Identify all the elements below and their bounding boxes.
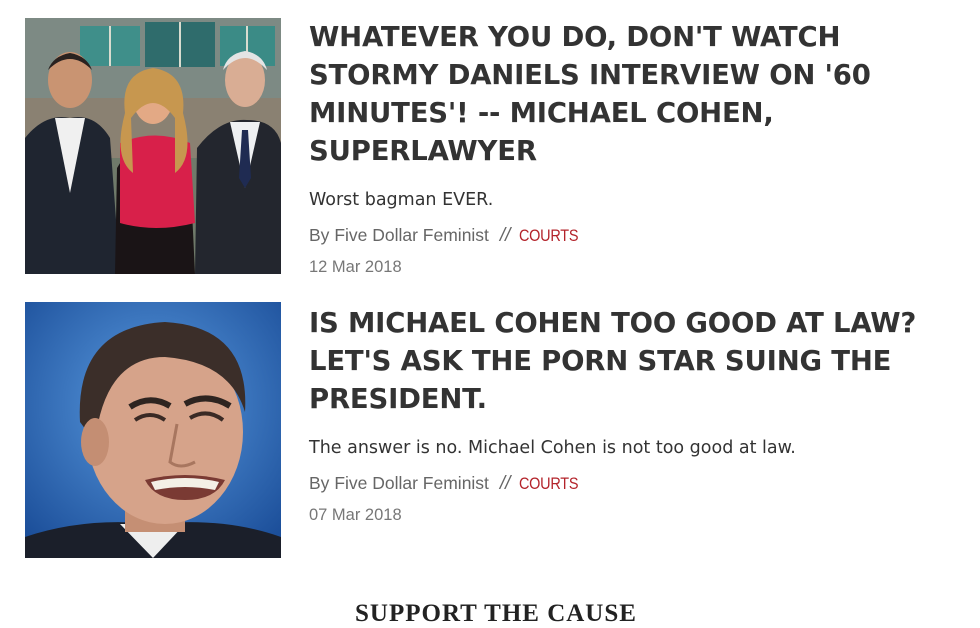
article-card: WHATEVER YOU DO, DON'T WATCH STORMY DANI… [25,18,965,276]
article-thumbnail[interactable] [25,302,281,558]
article-thumbnail[interactable] [25,18,281,274]
byline-separator: // [499,225,511,246]
article-byline: By Five Dollar Feminist // COURTS [309,223,959,248]
article-date: 12 Mar 2018 [309,258,402,276]
byline-prefix: By [309,225,330,245]
byline-prefix: By [309,473,330,493]
closeup-photo-image [25,302,281,558]
article-body: WHATEVER YOU DO, DON'T WATCH STORMY DANI… [309,18,959,278]
article-headline[interactable]: WHATEVER YOU DO, DON'T WATCH STORMY DANI… [309,18,959,170]
article-card: IS MICHAEL COHEN TOO GOOD AT LAW? LET'S … [25,302,965,558]
author-link[interactable]: Five Dollar Feminist [334,473,489,493]
article-date: 07 Mar 2018 [309,506,402,524]
category-link[interactable]: COURTS [519,224,578,248]
article-excerpt: Worst bagman EVER. [309,190,494,210]
byline-separator: // [499,473,511,494]
article-excerpt: The answer is no. Michael Cohen is not t… [309,438,796,458]
studio-photo-image [25,18,281,274]
article-byline: By Five Dollar Feminist // COURTS [309,471,959,496]
article-headline[interactable]: IS MICHAEL COHEN TOO GOOD AT LAW? LET'S … [309,304,959,418]
article-body: IS MICHAEL COHEN TOO GOOD AT LAW? LET'S … [309,302,959,526]
section-heading-peek: SUPPORT THE CAUSE [355,600,637,627]
category-link[interactable]: COURTS [519,472,578,496]
author-link[interactable]: Five Dollar Feminist [334,225,489,245]
